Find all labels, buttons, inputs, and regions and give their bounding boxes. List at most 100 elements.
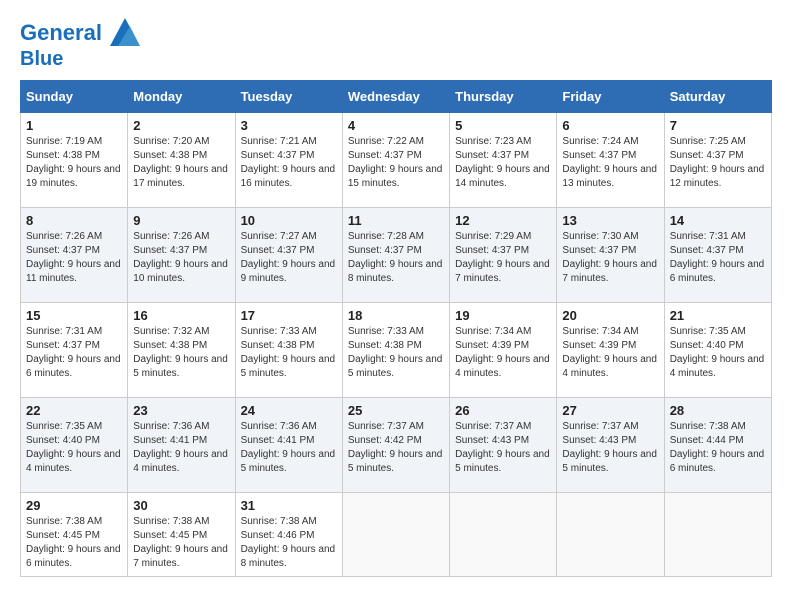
- calendar-cell: 13 Sunrise: 7:30 AM Sunset: 4:37 PM Dayl…: [557, 208, 664, 303]
- calendar-cell: 9 Sunrise: 7:26 AM Sunset: 4:37 PM Dayli…: [128, 208, 235, 303]
- day-info: Sunrise: 7:20 AM Sunset: 4:38 PM Dayligh…: [133, 135, 229, 191]
- day-number: 25: [348, 403, 444, 418]
- day-info: Sunrise: 7:33 AM Sunset: 4:38 PM Dayligh…: [241, 325, 337, 381]
- day-info: Sunrise: 7:38 AM Sunset: 4:45 PM Dayligh…: [26, 515, 122, 571]
- col-header-thursday: Thursday: [450, 81, 557, 113]
- calendar-cell: 31 Sunrise: 7:38 AM Sunset: 4:46 PM Dayl…: [235, 493, 342, 577]
- calendar-cell: 23 Sunrise: 7:36 AM Sunset: 4:41 PM Dayl…: [128, 398, 235, 493]
- day-info: Sunrise: 7:36 AM Sunset: 4:41 PM Dayligh…: [133, 420, 229, 476]
- day-info: Sunrise: 7:24 AM Sunset: 4:37 PM Dayligh…: [562, 135, 658, 191]
- calendar-cell: 15 Sunrise: 7:31 AM Sunset: 4:37 PM Dayl…: [21, 303, 128, 398]
- day-info: Sunrise: 7:32 AM Sunset: 4:38 PM Dayligh…: [133, 325, 229, 381]
- calendar-cell: 14 Sunrise: 7:31 AM Sunset: 4:37 PM Dayl…: [664, 208, 771, 303]
- day-number: 22: [26, 403, 122, 418]
- calendar-week-5: 29 Sunrise: 7:38 AM Sunset: 4:45 PM Dayl…: [21, 493, 772, 577]
- day-number: 2: [133, 118, 229, 133]
- calendar-week-3: 15 Sunrise: 7:31 AM Sunset: 4:37 PM Dayl…: [21, 303, 772, 398]
- day-number: 17: [241, 308, 337, 323]
- day-number: 28: [670, 403, 766, 418]
- col-header-saturday: Saturday: [664, 81, 771, 113]
- calendar-cell: 4 Sunrise: 7:22 AM Sunset: 4:37 PM Dayli…: [342, 113, 449, 208]
- day-number: 7: [670, 118, 766, 133]
- calendar-cell: 16 Sunrise: 7:32 AM Sunset: 4:38 PM Dayl…: [128, 303, 235, 398]
- calendar-cell: [557, 493, 664, 577]
- col-header-tuesday: Tuesday: [235, 81, 342, 113]
- col-header-sunday: Sunday: [21, 81, 128, 113]
- day-info: Sunrise: 7:33 AM Sunset: 4:38 PM Dayligh…: [348, 325, 444, 381]
- day-number: 13: [562, 213, 658, 228]
- day-info: Sunrise: 7:26 AM Sunset: 4:37 PM Dayligh…: [133, 230, 229, 286]
- calendar-cell: [664, 493, 771, 577]
- calendar-cell: [450, 493, 557, 577]
- day-number: 8: [26, 213, 122, 228]
- day-info: Sunrise: 7:35 AM Sunset: 4:40 PM Dayligh…: [670, 325, 766, 381]
- day-number: 6: [562, 118, 658, 133]
- calendar-cell: 11 Sunrise: 7:28 AM Sunset: 4:37 PM Dayl…: [342, 208, 449, 303]
- day-info: Sunrise: 7:26 AM Sunset: 4:37 PM Dayligh…: [26, 230, 122, 286]
- day-number: 4: [348, 118, 444, 133]
- calendar-cell: 7 Sunrise: 7:25 AM Sunset: 4:37 PM Dayli…: [664, 113, 771, 208]
- day-info: Sunrise: 7:38 AM Sunset: 4:46 PM Dayligh…: [241, 515, 337, 571]
- day-number: 3: [241, 118, 337, 133]
- calendar-cell: 5 Sunrise: 7:23 AM Sunset: 4:37 PM Dayli…: [450, 113, 557, 208]
- day-number: 5: [455, 118, 551, 133]
- logo-text: General: [20, 20, 140, 48]
- day-number: 29: [26, 498, 122, 513]
- day-number: 30: [133, 498, 229, 513]
- day-info: Sunrise: 7:37 AM Sunset: 4:43 PM Dayligh…: [562, 420, 658, 476]
- day-info: Sunrise: 7:28 AM Sunset: 4:37 PM Dayligh…: [348, 230, 444, 286]
- calendar-cell: 6 Sunrise: 7:24 AM Sunset: 4:37 PM Dayli…: [557, 113, 664, 208]
- calendar-week-2: 8 Sunrise: 7:26 AM Sunset: 4:37 PM Dayli…: [21, 208, 772, 303]
- day-number: 10: [241, 213, 337, 228]
- day-info: Sunrise: 7:31 AM Sunset: 4:37 PM Dayligh…: [26, 325, 122, 381]
- day-info: Sunrise: 7:34 AM Sunset: 4:39 PM Dayligh…: [455, 325, 551, 381]
- day-info: Sunrise: 7:34 AM Sunset: 4:39 PM Dayligh…: [562, 325, 658, 381]
- calendar-cell: 18 Sunrise: 7:33 AM Sunset: 4:38 PM Dayl…: [342, 303, 449, 398]
- day-number: 16: [133, 308, 229, 323]
- day-number: 27: [562, 403, 658, 418]
- calendar-table: SundayMondayTuesdayWednesdayThursdayFrid…: [20, 80, 772, 577]
- day-info: Sunrise: 7:37 AM Sunset: 4:43 PM Dayligh…: [455, 420, 551, 476]
- calendar-cell: 19 Sunrise: 7:34 AM Sunset: 4:39 PM Dayl…: [450, 303, 557, 398]
- day-info: Sunrise: 7:38 AM Sunset: 4:45 PM Dayligh…: [133, 515, 229, 571]
- day-info: Sunrise: 7:37 AM Sunset: 4:42 PM Dayligh…: [348, 420, 444, 476]
- day-number: 1: [26, 118, 122, 133]
- day-info: Sunrise: 7:35 AM Sunset: 4:40 PM Dayligh…: [26, 420, 122, 476]
- calendar-cell: 22 Sunrise: 7:35 AM Sunset: 4:40 PM Dayl…: [21, 398, 128, 493]
- day-info: Sunrise: 7:25 AM Sunset: 4:37 PM Dayligh…: [670, 135, 766, 191]
- day-info: Sunrise: 7:31 AM Sunset: 4:37 PM Dayligh…: [670, 230, 766, 286]
- day-number: 21: [670, 308, 766, 323]
- calendar-cell: 30 Sunrise: 7:38 AM Sunset: 4:45 PM Dayl…: [128, 493, 235, 577]
- calendar-cell: 21 Sunrise: 7:35 AM Sunset: 4:40 PM Dayl…: [664, 303, 771, 398]
- day-number: 20: [562, 308, 658, 323]
- calendar-cell: 29 Sunrise: 7:38 AM Sunset: 4:45 PM Dayl…: [21, 493, 128, 577]
- calendar-cell: 26 Sunrise: 7:37 AM Sunset: 4:43 PM Dayl…: [450, 398, 557, 493]
- logo: General Blue: [20, 20, 140, 70]
- day-info: Sunrise: 7:21 AM Sunset: 4:37 PM Dayligh…: [241, 135, 337, 191]
- day-number: 11: [348, 213, 444, 228]
- calendar-cell: 1 Sunrise: 7:19 AM Sunset: 4:38 PM Dayli…: [21, 113, 128, 208]
- calendar-cell: 12 Sunrise: 7:29 AM Sunset: 4:37 PM Dayl…: [450, 208, 557, 303]
- calendar-cell: 17 Sunrise: 7:33 AM Sunset: 4:38 PM Dayl…: [235, 303, 342, 398]
- day-number: 23: [133, 403, 229, 418]
- day-number: 24: [241, 403, 337, 418]
- calendar-cell: 3 Sunrise: 7:21 AM Sunset: 4:37 PM Dayli…: [235, 113, 342, 208]
- logo-blue: Blue: [20, 48, 140, 70]
- calendar-cell: [342, 493, 449, 577]
- day-info: Sunrise: 7:19 AM Sunset: 4:38 PM Dayligh…: [26, 135, 122, 191]
- day-info: Sunrise: 7:27 AM Sunset: 4:37 PM Dayligh…: [241, 230, 337, 286]
- day-number: 18: [348, 308, 444, 323]
- day-info: Sunrise: 7:38 AM Sunset: 4:44 PM Dayligh…: [670, 420, 766, 476]
- day-number: 19: [455, 308, 551, 323]
- day-info: Sunrise: 7:23 AM Sunset: 4:37 PM Dayligh…: [455, 135, 551, 191]
- col-header-friday: Friday: [557, 81, 664, 113]
- calendar-header-row: SundayMondayTuesdayWednesdayThursdayFrid…: [21, 81, 772, 113]
- col-header-wednesday: Wednesday: [342, 81, 449, 113]
- day-number: 26: [455, 403, 551, 418]
- day-number: 14: [670, 213, 766, 228]
- calendar-week-1: 1 Sunrise: 7:19 AM Sunset: 4:38 PM Dayli…: [21, 113, 772, 208]
- calendar-cell: 10 Sunrise: 7:27 AM Sunset: 4:37 PM Dayl…: [235, 208, 342, 303]
- day-number: 31: [241, 498, 337, 513]
- day-info: Sunrise: 7:36 AM Sunset: 4:41 PM Dayligh…: [241, 420, 337, 476]
- day-info: Sunrise: 7:30 AM Sunset: 4:37 PM Dayligh…: [562, 230, 658, 286]
